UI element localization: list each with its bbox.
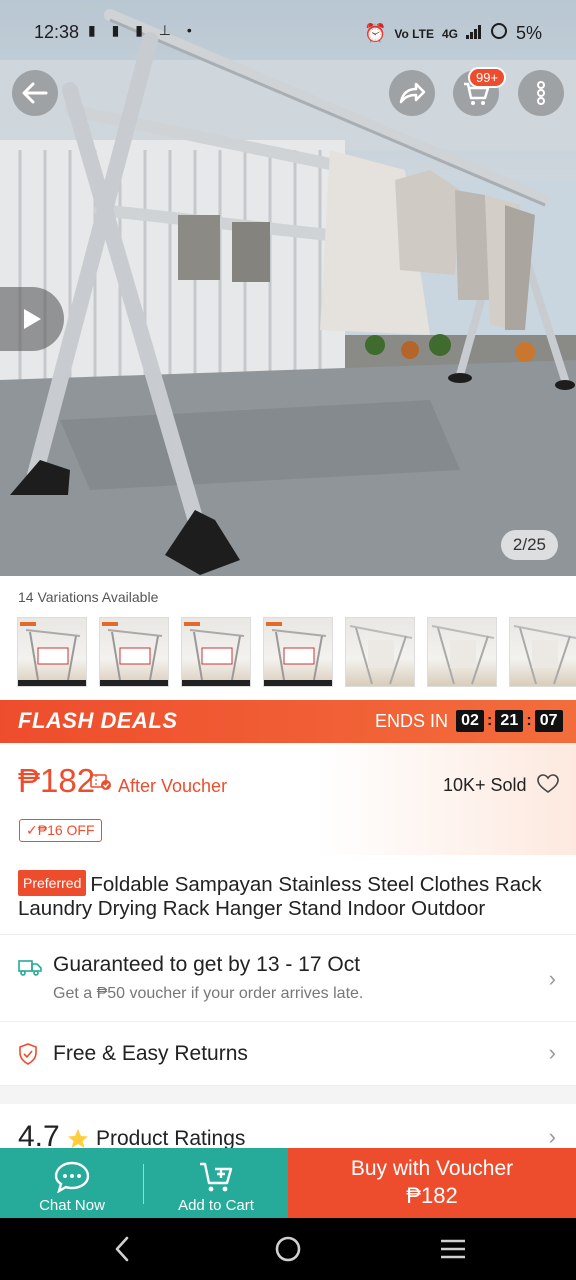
share-button[interactable]	[389, 70, 435, 116]
status-right-group: ⏰ Vo LTE 4G 5%	[364, 22, 542, 45]
timer-seconds: 07	[534, 710, 563, 732]
flash-deals-banner[interactable]: FLASH DEALS ENDS IN 02 : 21 : 07	[0, 700, 576, 743]
nav-home-icon[interactable]	[274, 1233, 302, 1270]
add-to-cart-label: Add to Cart	[178, 1197, 254, 1214]
timer-separator: :	[487, 712, 493, 729]
add-to-cart-icon	[200, 1162, 233, 1192]
alarm-icon: ⏰	[363, 23, 387, 43]
notification-icons: ▮ ▮ ▮ ⊥ •	[88, 22, 198, 38]
variation-thumb[interactable]	[345, 617, 415, 687]
variation-thumb[interactable]	[17, 617, 87, 687]
nav-back-icon[interactable]	[110, 1233, 134, 1270]
truck-icon	[18, 958, 42, 981]
status-bar: 12:38 ▮ ▮ ▮ ⊥ • ⏰ Vo LTE 4G 5%	[0, 0, 576, 64]
discount-tag: ✓₱16 OFF	[19, 819, 102, 842]
preferred-badge: Preferred	[18, 870, 87, 896]
play-icon	[24, 309, 41, 329]
action-divider	[143, 1164, 144, 1204]
product-title-section: Preferred Foldable Sampayan Stainless Ste…	[0, 855, 576, 935]
buy-with-voucher-label: Buy with Voucher	[350, 1157, 514, 1180]
chevron-right-icon: ›	[548, 1124, 556, 1148]
delivery-guarantee-text: Guaranteed to get by 13 - 17 Oct	[53, 953, 361, 976]
buy-price: ₱182	[406, 1183, 458, 1208]
chat-now-button[interactable]: Chat Now	[0, 1148, 144, 1218]
variations-section: 14 Variations Available	[0, 576, 576, 700]
price: ₱182	[18, 762, 96, 799]
battery-icon	[490, 22, 508, 45]
more-options-button[interactable]	[518, 70, 564, 116]
product-ratings-row[interactable]: 4.7 Product Ratings ›	[0, 1104, 576, 1148]
timer-separator: :	[526, 712, 532, 729]
favorite-heart-icon[interactable]	[537, 774, 559, 799]
timer-hours: 02	[456, 710, 484, 732]
product-ratings-label: Product Ratings	[96, 1127, 246, 1148]
countdown-timer: 02 : 21 : 07	[456, 710, 563, 732]
product-title: Preferred Foldable Sampayan Stainless Ste…	[18, 870, 558, 921]
system-navigation-bar	[0, 1218, 576, 1280]
volte-icon: Vo LTE	[394, 26, 434, 41]
secondary-actions: Chat Now Add to Cart	[0, 1148, 288, 1218]
add-to-cart-button[interactable]: Add to Cart	[144, 1148, 288, 1218]
nav-recents-icon[interactable]	[439, 1233, 467, 1270]
chevron-right-icon: ›	[548, 1040, 556, 1065]
play-video-button[interactable]	[0, 287, 64, 351]
flash-ends-label: ENDS IN	[375, 711, 449, 731]
chat-icon	[54, 1161, 90, 1193]
back-button[interactable]	[12, 70, 58, 116]
chevron-right-icon: ›	[548, 966, 556, 991]
price-section: ₱182 After Voucher 10K+ Sold ✓₱16 OFF	[0, 743, 576, 855]
free-returns-row[interactable]: Free & Easy Returns ›	[0, 1022, 576, 1086]
variations-label: 14 Variations Available	[18, 589, 159, 605]
rating-score: 4.7	[18, 1120, 60, 1148]
after-voucher-label: After Voucher	[118, 776, 228, 796]
flash-deals-title: FLASH DEALS	[18, 708, 178, 733]
sold-count: 10K+ Sold	[443, 775, 527, 795]
variation-thumb[interactable]	[99, 617, 169, 687]
shield-icon	[18, 1043, 38, 1070]
star-icon	[66, 1127, 90, 1148]
timer-minutes: 21	[495, 710, 524, 732]
signal-icon	[465, 23, 482, 44]
late-voucher-text: Get a ₱50 voucher if your order arrives …	[53, 985, 364, 1002]
chat-now-label: Chat Now	[39, 1197, 105, 1214]
product-title-text: Foldable Sampayan Stainless Steel Clothe…	[18, 873, 542, 920]
shipping-guarantee-row[interactable]: Guaranteed to get by 13 - 17 Oct Get a ₱…	[0, 936, 576, 1022]
free-returns-text: Free & Easy Returns	[53, 1042, 248, 1065]
share-icon	[399, 82, 426, 104]
bottom-action-bar: Chat Now Add to Cart Buy with Voucher ₱1…	[0, 1148, 576, 1218]
cart-count-badge: 99+	[468, 67, 507, 88]
product-image-carousel[interactable]: 12:38 ▮ ▮ ▮ ⊥ • ⏰ Vo LTE 4G 5% 99+ 2/25	[0, 0, 576, 576]
voucher-icon	[90, 773, 112, 796]
arrow-left-icon	[22, 82, 48, 104]
variation-thumbnails	[17, 617, 576, 687]
variation-thumb[interactable]	[509, 617, 576, 687]
battery-percent: 5%	[515, 23, 542, 43]
image-counter: 2/25	[500, 530, 558, 560]
variation-thumb[interactable]	[181, 617, 251, 687]
variation-thumb[interactable]	[263, 617, 333, 687]
status-time: 12:38	[34, 22, 80, 42]
more-vertical-icon	[537, 81, 545, 105]
variation-thumb[interactable]	[427, 617, 497, 687]
buy-with-voucher-button[interactable]: Buy with Voucher ₱182	[288, 1148, 576, 1218]
network-type: 4G	[441, 26, 458, 41]
section-divider	[0, 1086, 576, 1104]
